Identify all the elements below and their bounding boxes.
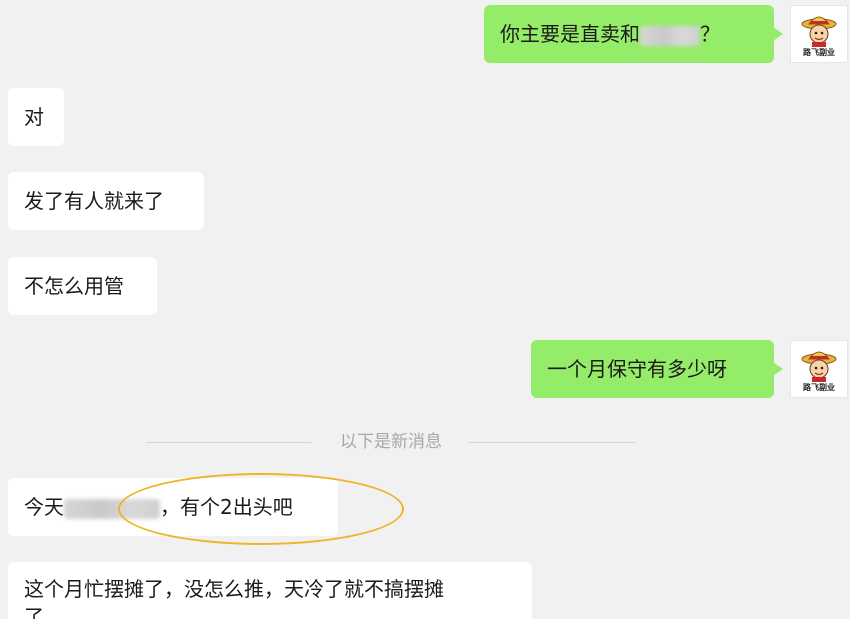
highlight-circle: [118, 473, 404, 545]
avatar-caption: 路飞副业: [803, 383, 835, 392]
message-incoming[interactable]: 对: [8, 88, 64, 146]
message-text: ？: [700, 22, 720, 46]
message-text: 发了有人就来了: [24, 189, 164, 213]
message-outgoing[interactable]: 一个月保守有多少呀: [531, 340, 783, 398]
message-incoming[interactable]: 发了有人就来了: [8, 172, 204, 230]
avatar[interactable]: 路飞副业: [790, 340, 848, 398]
new-messages-divider: 以下是新消息: [146, 430, 636, 454]
message-text-line: 这个月忙摆摊了，没怎么推，天冷了就不搞摆摊: [24, 577, 444, 601]
message-text: 一个月保守有多少呀: [547, 357, 727, 381]
message-text: 不怎么用管: [24, 274, 124, 298]
message-text: 对: [24, 105, 44, 129]
message-text: 今天: [24, 495, 64, 519]
message-text-line: 了: [24, 605, 44, 619]
divider-line: [468, 442, 636, 443]
message-outgoing[interactable]: 你主要是直卖和 ？: [484, 5, 783, 63]
avatar-caption: 路飞副业: [803, 48, 835, 57]
avatar[interactable]: 路飞副业: [790, 5, 848, 63]
message-incoming[interactable]: 不怎么用管: [8, 257, 157, 315]
chat-window: 你主要是直卖和 ？ 路飞副业 对 发了有人就来了 不怎么用管 一个月保守有多少呀: [0, 0, 850, 619]
message-text: 你主要是直卖和: [500, 22, 640, 46]
blurred-text: [640, 25, 700, 46]
message-incoming[interactable]: 这个月忙摆摊了，没怎么推，天冷了就不搞摆摊 了: [8, 562, 532, 619]
